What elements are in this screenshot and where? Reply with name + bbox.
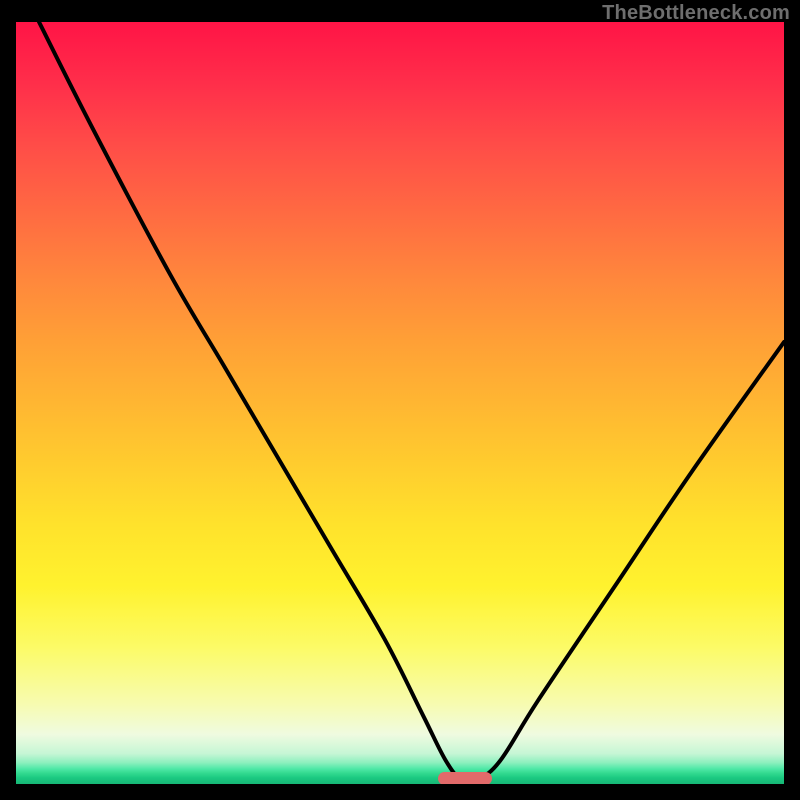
optimal-range-marker (438, 772, 492, 784)
curve-layer (16, 22, 784, 784)
attribution-text: TheBottleneck.com (602, 2, 790, 25)
bottleneck-curve (39, 22, 784, 782)
plot-area (16, 22, 784, 784)
chart-frame: TheBottleneck.com (0, 0, 800, 800)
